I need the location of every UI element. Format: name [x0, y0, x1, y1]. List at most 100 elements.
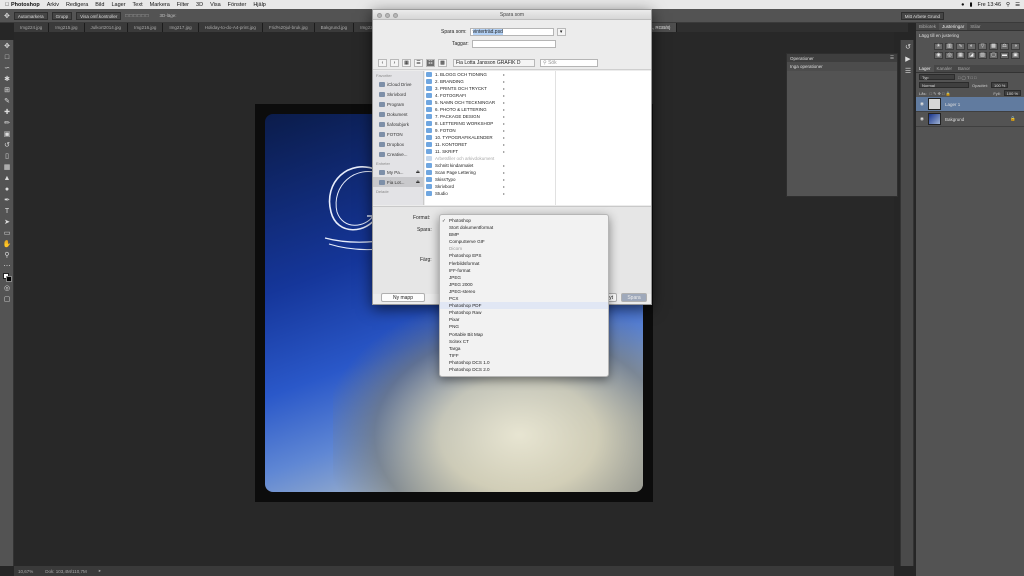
- menu-3d[interactable]: 3D: [196, 2, 203, 8]
- lookup-adjust-icon[interactable]: ▦: [956, 52, 965, 59]
- exposure-adjust-icon[interactable]: ◐: [967, 43, 976, 50]
- sidebar-item-icloud[interactable]: iCloud Drive: [373, 79, 423, 89]
- save-button[interactable]: Spara: [621, 293, 647, 302]
- align-icons[interactable]: □□□□□□: [125, 13, 149, 19]
- format-option[interactable]: Photoshop DCS 1.0: [440, 359, 608, 366]
- lasso-tool-icon[interactable]: ∽: [2, 63, 12, 73]
- tab-banor[interactable]: Banor: [955, 65, 973, 72]
- format-option[interactable]: JPEG-stereo: [440, 288, 608, 295]
- filename-input[interactable]: vinterträd.psd: [469, 28, 554, 36]
- photofilter-adjust-icon[interactable]: ◉: [934, 52, 943, 59]
- folder-row[interactable]: 11. SKRIFT ▸: [425, 148, 505, 155]
- column-divider[interactable]: [555, 71, 556, 205]
- color-swatch-icon[interactable]: [2, 272, 12, 282]
- dodge-tool-icon[interactable]: ●: [2, 184, 12, 194]
- menu-arkiv[interactable]: Arkiv: [47, 2, 59, 8]
- location-select[interactable]: Fia Lotta Jansson GRAFIK D: [453, 59, 535, 67]
- opacity-input[interactable]: 100 %: [991, 82, 1009, 88]
- sidebar-item-creative[interactable]: Creative...: [373, 149, 423, 159]
- expand-dialog-button[interactable]: ▾: [556, 28, 566, 36]
- menu-filter[interactable]: Filter: [177, 2, 189, 8]
- layer-name[interactable]: Lager 1: [945, 102, 960, 107]
- posterize-adjust-icon[interactable]: ▧: [978, 52, 987, 59]
- format-option[interactable]: JPEG 2000: [440, 281, 608, 288]
- folder-row[interactable]: 8. LETTERING WORKSHOP ▸: [425, 120, 505, 127]
- folder-row[interactable]: 1. BLOGG OCH TIDNING ▸: [425, 71, 505, 78]
- format-option[interactable]: Targa: [440, 345, 608, 352]
- layer-row-selected[interactable]: ◉ Lager 1: [916, 97, 1024, 112]
- colorbalance-adjust-icon[interactable]: ⚖: [1000, 43, 1009, 50]
- sidebar-item-applications[interactable]: Program: [373, 99, 423, 109]
- hue-adjust-icon[interactable]: ▩: [989, 43, 998, 50]
- tab-stilar[interactable]: Stilar: [967, 23, 983, 30]
- tab-doc[interactable]: Img224.jpg: [14, 23, 50, 32]
- list-icon[interactable]: ☰: [1015, 2, 1020, 8]
- format-option[interactable]: Portable Bit Map: [440, 331, 608, 338]
- tab-doc[interactable]: Img217.jpg: [163, 23, 199, 32]
- forward-icon[interactable]: ›: [390, 59, 399, 67]
- sidebar-item-device[interactable]: My Pa... ⏏: [373, 167, 423, 177]
- tab-kanaler[interactable]: Kanaler: [934, 65, 956, 72]
- format-option[interactable]: CompuServe GIF: [440, 238, 608, 245]
- folder-row[interactable]: 2. BRANDING ▸: [425, 78, 505, 85]
- format-option[interactable]: Photoshop DCS 2.0: [440, 366, 608, 373]
- gradient-tool-icon[interactable]: ▦: [2, 162, 12, 172]
- crop-tool-icon[interactable]: ⊞: [2, 85, 12, 95]
- stamp-tool-icon[interactable]: ▣: [2, 129, 12, 139]
- new-folder-button[interactable]: Ny mapp: [381, 293, 425, 302]
- folder-row[interactable]: 9. FOTON ▸: [425, 127, 505, 134]
- menu-lager[interactable]: Lager: [111, 2, 125, 8]
- selectivecolor-adjust-icon[interactable]: ▣: [1011, 52, 1020, 59]
- back-icon[interactable]: ‹: [378, 59, 387, 67]
- folder-row[interactable]: 10. TYPOGRAFIKALENDER ▸: [425, 134, 505, 141]
- battery-icon[interactable]: ▮: [969, 2, 972, 8]
- sidebar-item-home[interactable]: fiafotobjork: [373, 119, 423, 129]
- tab-lager[interactable]: Lager: [916, 65, 934, 72]
- format-option[interactable]: JPEG: [440, 274, 608, 281]
- column-view-icon[interactable]: ☷: [426, 59, 435, 67]
- actions-panel-icon[interactable]: ▶: [903, 54, 913, 64]
- cover-flow-icon[interactable]: ▩: [438, 59, 447, 67]
- folder-row[interactable]: 6. PHOTO & LETTERING ▸: [425, 106, 505, 113]
- channelmixer-adjust-icon[interactable]: ◎: [945, 52, 954, 59]
- minimize-icon[interactable]: [385, 12, 390, 18]
- format-option[interactable]: PCX: [440, 295, 608, 302]
- panel-menu-icon[interactable]: ☰: [890, 55, 894, 61]
- tab-doc[interactable]: Frid%20jul-bruk.jpg: [262, 23, 315, 32]
- folder-row[interactable]: 5. NAMN OCH TECKNINGAR ▸: [425, 99, 505, 106]
- threshold-adjust-icon[interactable]: ▢: [989, 52, 998, 59]
- layer-name[interactable]: Bakgrund: [945, 117, 964, 122]
- tab-doc[interactable]: Img215.jpg: [49, 23, 85, 32]
- format-option[interactable]: Pixar: [440, 316, 608, 323]
- format-option[interactable]: Flerbildsformat: [440, 260, 608, 267]
- format-option[interactable]: Photoshop Raw: [440, 309, 608, 316]
- menu-markera[interactable]: Markera: [150, 2, 170, 8]
- menu-visa[interactable]: Visa: [210, 2, 221, 8]
- tags-input[interactable]: [471, 40, 556, 48]
- sidebar-item-dropbox[interactable]: Dropbox: [373, 139, 423, 149]
- blend-mode-select[interactable]: Normal: [919, 82, 969, 88]
- folder-row[interactable]: SkissTypo ▸: [425, 176, 505, 183]
- more-tools-icon[interactable]: ⋯: [2, 261, 12, 271]
- eject-icon[interactable]: ⏏: [416, 179, 420, 185]
- hand-tool-icon[interactable]: ✋: [2, 239, 12, 249]
- tab-doc[interactable]: Img216.jpg: [128, 23, 164, 32]
- sidebar-item-documents[interactable]: Dokument: [373, 109, 423, 119]
- folder-row[interactable]: 7. PACKAGE DESIGN ▸: [425, 113, 505, 120]
- screen-mode-icon[interactable]: ▢: [2, 294, 12, 304]
- menubar-clock[interactable]: Fre 13:46: [977, 2, 1001, 8]
- autoselect-target-select[interactable]: Grupp: [51, 11, 73, 20]
- history-brush-tool-icon[interactable]: ↺: [2, 140, 12, 150]
- folder-row[interactable]: Studio ▸: [425, 190, 505, 197]
- tab-bibliotek[interactable]: Bibliotek: [916, 23, 939, 30]
- curves-adjust-icon[interactable]: ∿: [956, 43, 965, 50]
- folder-row[interactable]: 11. KONTORET ▸: [425, 141, 505, 148]
- format-option[interactable]: PNG: [440, 323, 608, 330]
- gradientmap-adjust-icon[interactable]: ▬: [1000, 52, 1009, 59]
- autoselect-checkbox[interactable]: Automarkera: [13, 11, 48, 20]
- zoom-tool-icon[interactable]: ⚲: [2, 250, 12, 260]
- zoom-readout[interactable]: 10,67%: [18, 569, 33, 574]
- eye-icon[interactable]: ◉: [920, 116, 924, 122]
- eye-icon[interactable]: ◉: [920, 101, 924, 107]
- layer-kind-select[interactable]: Typ: [919, 74, 955, 80]
